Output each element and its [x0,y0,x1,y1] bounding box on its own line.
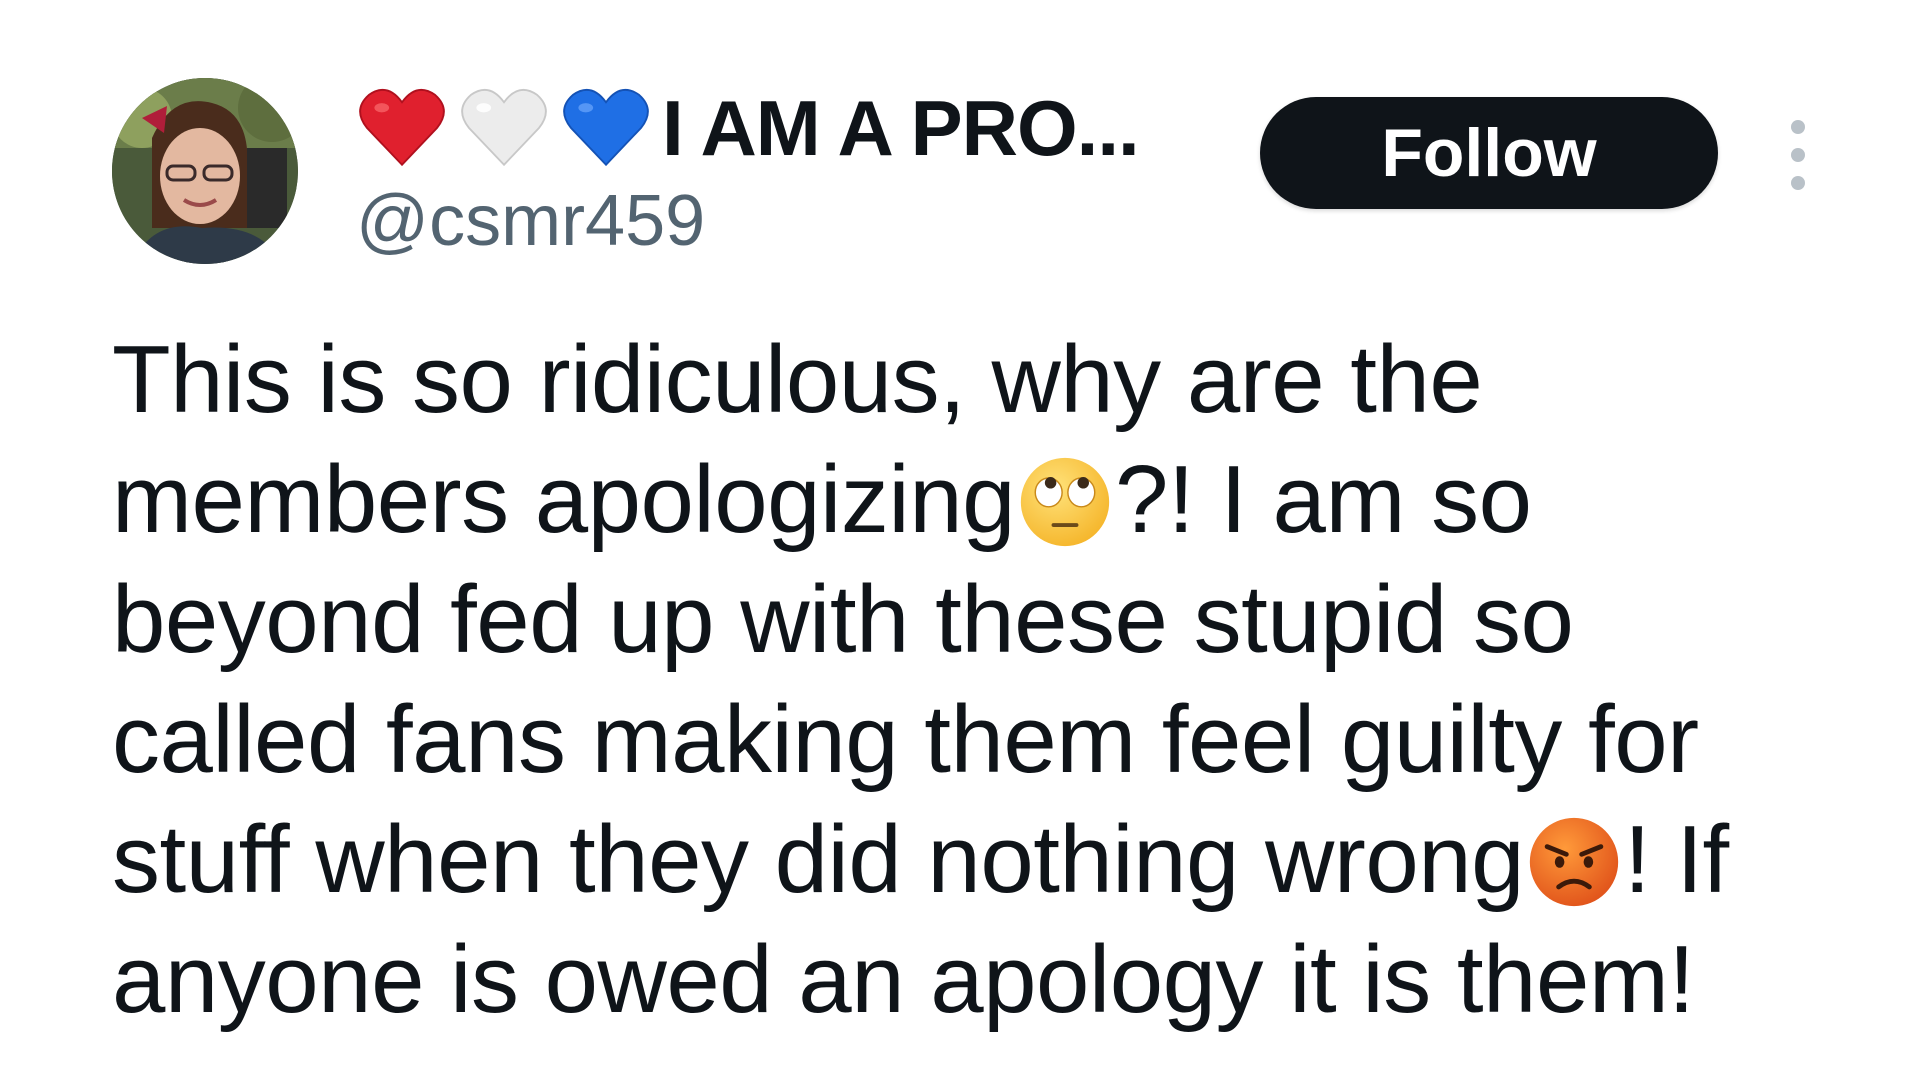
vertical-ellipsis-icon[interactable] [1778,120,1818,190]
tweet-header: I AM A PRO... @csmr459 Follow [108,78,1828,268]
tweet-line: anyone is owed an apology it is them! [112,926,1695,1033]
white-heart-icon [458,82,550,174]
dot [1791,148,1805,162]
display-name[interactable]: I AM A PRO... [356,78,1256,178]
tweet-line: This is so ridiculous, why are the [112,326,1483,433]
tweet-line: members apologizing ?! I am so [112,440,1852,560]
tweet-text: This is so ridiculous, why are the membe… [112,320,1852,1040]
user-names: I AM A PRO... @csmr459 [356,78,1256,262]
tweet-line: stuff when they did nothing wrong ! If [112,800,1852,920]
tweet-text-segment: ! If [1624,806,1729,913]
dot [1791,176,1805,190]
tweet-line: beyond fed up with these stupid so [112,566,1574,673]
tweet-card: I AM A PRO... @csmr459 Follow This is so… [0,0,1920,1080]
tweet-line: called fans making them feel guilty for [112,686,1699,793]
angry-face-icon [1526,814,1622,910]
display-name-text: I AM A PRO... [662,83,1140,172]
tweet-text-segment: stuff when they did nothing wrong [112,806,1525,913]
avatar[interactable] [112,78,298,264]
red-heart-icon [356,82,448,174]
user-handle[interactable]: @csmr459 [356,180,1256,262]
blue-heart-icon [560,82,652,174]
tweet-text-segment: members apologizing [112,446,1015,553]
dot [1791,120,1805,134]
follow-button[interactable]: Follow [1260,97,1718,209]
face-with-rolling-eyes-icon [1017,454,1113,550]
tweet-text-segment: ?! I am so [1114,446,1532,553]
avatar-image [112,78,298,264]
